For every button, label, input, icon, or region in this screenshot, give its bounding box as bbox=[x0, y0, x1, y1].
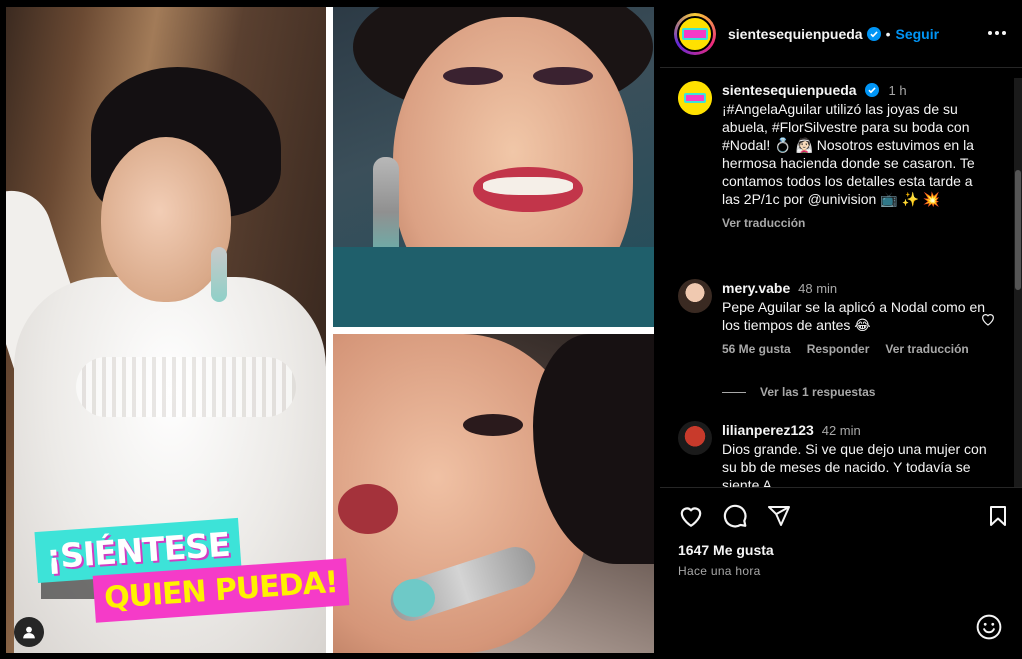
comment-time: 48 min bbox=[798, 281, 838, 296]
post-media[interactable]: ¡SIÉNTESE QUIEN PUEDA! bbox=[0, 0, 660, 659]
caption: sientesequienpueda 1 h ¡#AngelaAguilar u… bbox=[678, 81, 992, 232]
comments-section[interactable]: sientesequienpueda 1 h ¡#AngelaAguilar u… bbox=[660, 69, 1022, 487]
likes-count[interactable]: 1647 Me gusta bbox=[678, 542, 774, 558]
post-actions: 1647 Me gusta Hace una hora bbox=[660, 487, 1022, 659]
comment-heart-icon[interactable] bbox=[980, 311, 996, 327]
comment-translate-link[interactable]: Ver traducción bbox=[885, 340, 968, 358]
more-options-icon[interactable] bbox=[986, 22, 1008, 44]
caption-text: ¡#AngelaAguilar utilizó las joyas de su … bbox=[722, 101, 975, 207]
account-avatar[interactable] bbox=[674, 12, 716, 55]
follow-button[interactable]: Seguir bbox=[896, 26, 940, 42]
verified-badge-icon bbox=[866, 26, 881, 41]
comment-text: Dios grande. Si ve que dejo una mujer co… bbox=[722, 441, 987, 487]
reply-link[interactable]: Responder bbox=[807, 340, 870, 358]
post-side-panel: sientesequienpueda • Seguir sientesequie… bbox=[660, 0, 1022, 659]
caption-avatar[interactable] bbox=[678, 81, 712, 115]
comments-scrollbar[interactable] bbox=[1014, 78, 1022, 488]
earring-closeup-photo bbox=[333, 334, 654, 653]
caption-translate-link[interactable]: Ver traducción bbox=[722, 214, 805, 232]
view-replies-link[interactable]: Ver las 1 respuestas bbox=[722, 385, 875, 399]
comment-username[interactable]: mery.vabe bbox=[722, 280, 790, 296]
scrollbar-thumb[interactable] bbox=[1015, 170, 1021, 290]
heart-icon[interactable] bbox=[677, 502, 705, 530]
comment-likes[interactable]: 56 Me gusta bbox=[722, 340, 791, 358]
commenter-avatar[interactable] bbox=[678, 421, 712, 455]
comment-username[interactable]: lilianperez123 bbox=[722, 422, 814, 438]
comment-icon[interactable] bbox=[721, 502, 749, 530]
comment-item: mery.vabe 48 min Pepe Aguilar se la apli… bbox=[678, 279, 992, 358]
photo-collage: ¡SIÉNTESE QUIEN PUEDA! bbox=[6, 7, 654, 653]
view-replies-label: Ver las 1 respuestas bbox=[760, 385, 876, 399]
post-timestamp: Hace una hora bbox=[678, 564, 761, 578]
post-header: sientesequienpueda • Seguir bbox=[660, 0, 1022, 68]
commenter-avatar[interactable] bbox=[678, 279, 712, 313]
emoji-icon[interactable] bbox=[976, 614, 1002, 640]
grandmother-photo bbox=[333, 7, 654, 327]
header-username[interactable]: sientesequienpueda bbox=[728, 26, 863, 42]
user-tag-icon[interactable] bbox=[14, 617, 44, 647]
comment-item: lilianperez123 42 min Dios grande. Si ve… bbox=[678, 421, 992, 487]
header-separator: • bbox=[885, 25, 891, 42]
bookmark-icon[interactable] bbox=[984, 502, 1012, 530]
caption-time: 1 h bbox=[888, 83, 907, 98]
comment-text: Pepe Aguilar se la aplicó a Nodal como e… bbox=[722, 299, 986, 333]
verified-badge-icon bbox=[864, 83, 879, 97]
comment-time: 42 min bbox=[821, 423, 861, 438]
share-icon[interactable] bbox=[765, 502, 793, 530]
caption-username[interactable]: sientesequienpueda bbox=[722, 82, 857, 98]
